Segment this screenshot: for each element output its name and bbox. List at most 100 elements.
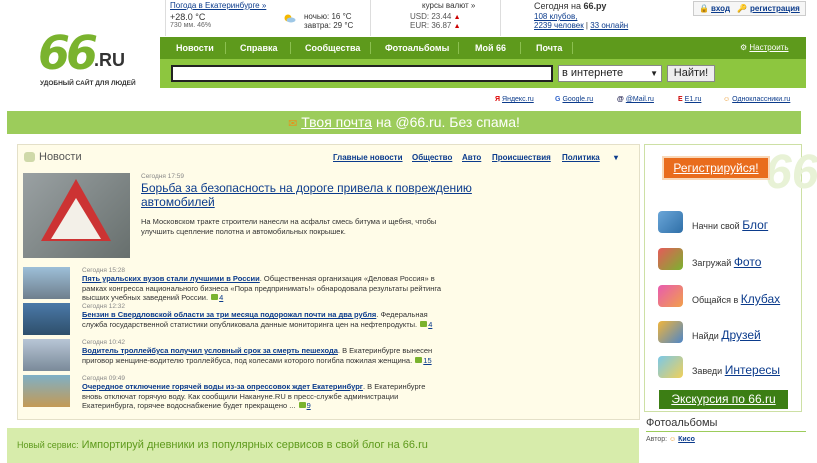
news-thumb[interactable] (23, 375, 70, 407)
feature-link[interactable]: Фото (734, 255, 762, 269)
feature-clubs[interactable]: Общайся в Клубах (658, 285, 798, 307)
night-temperature: ночью: 16 °C (304, 12, 352, 21)
engine-odnoklassniki[interactable]: ☺ Одноклассники.ru (723, 96, 790, 103)
news-cat-society[interactable]: Общество (412, 153, 452, 162)
news-text: Пять уральских вузов стали лучшими в Рос… (82, 274, 447, 303)
news-cat-main[interactable]: Главные новости (333, 153, 403, 162)
engine-label: Google.ru (562, 96, 594, 103)
nav-settings[interactable]: ⚙ Настроить сайт (740, 37, 806, 74)
news-thumb[interactable] (23, 303, 70, 335)
news-item: Сегодня 10:42 Водитель троллейбуса получ… (23, 339, 633, 373)
news-cat-politics[interactable]: Политика (562, 153, 600, 162)
friends-icon (658, 321, 683, 343)
service-text[interactable]: Импортируй дневники из популярных сервис… (82, 439, 428, 451)
service-label: Новый сервис: (17, 440, 79, 450)
comment-icon (415, 356, 423, 363)
news-headline[interactable]: Бензин в Свердловской области за три мес… (82, 310, 376, 319)
news-title: Новости (39, 151, 82, 163)
gear-icon: ⚙ (740, 43, 748, 52)
comment-count[interactable]: 9 (307, 401, 311, 410)
engine-label: @Mail.ru (625, 96, 654, 103)
nav-photoalbums[interactable]: Фотоальбомы (385, 37, 449, 59)
mail-icon: @ (617, 96, 624, 103)
register-icon: 🔑 (737, 4, 747, 13)
usd-value: USD: 23.44 (410, 12, 452, 21)
today-prefix: Сегодня на (534, 1, 581, 11)
search-button[interactable]: Найти! (667, 65, 715, 82)
nav-divider (572, 42, 573, 54)
search-bar: в интернете ▼ Найти! (160, 59, 806, 88)
nav-news[interactable]: Новости (176, 37, 214, 59)
login-box: 🔒 вход 🔑 регистрация (693, 1, 806, 16)
search-scope-select[interactable]: в интернете ▼ (558, 65, 662, 82)
site-logo[interactable]: 66 .RU УДОБНЫЙ САЙТ ДЛЯ ЛЮДЕЙ (38, 26, 138, 96)
news-thumb[interactable] (23, 339, 70, 371)
odnoklassniki-icon: ☺ (723, 96, 731, 103)
search-input[interactable] (171, 65, 553, 82)
comment-count[interactable]: 15 (423, 356, 431, 365)
main-news-text: На Московском тракте строители нанесли н… (141, 217, 437, 236)
author-link[interactable]: Кисо (678, 436, 695, 443)
nav-mail[interactable]: Почта (536, 37, 562, 59)
feature-pre: Заведи (692, 366, 723, 376)
engine-yandex[interactable]: Я Яндекс.ru (495, 96, 534, 103)
comment-count[interactable]: 4 (428, 320, 432, 329)
people-count-link[interactable]: 2239 человек (534, 21, 584, 30)
register-button[interactable]: Регистрируйся! (662, 156, 770, 180)
partly-cloudy-icon (284, 14, 296, 23)
feature-link[interactable]: Блог (742, 218, 768, 232)
feature-link[interactable]: Интересы (725, 363, 780, 377)
mail-banner: ✉ Твоя почта на @66.ru. Без спама! (7, 111, 801, 134)
feature-blog[interactable]: Начни свой Блог (658, 211, 798, 233)
news-thumb[interactable] (23, 267, 70, 299)
main-news-image[interactable] (23, 173, 130, 258)
nav-help[interactable]: Справка (240, 37, 277, 59)
news-item: Сегодня 09:49 Очередное отключение горяч… (23, 375, 633, 411)
nav-divider (520, 42, 521, 54)
feature-link[interactable]: Клубах (741, 292, 780, 306)
feature-link[interactable]: Друзей (721, 328, 760, 342)
e1-icon: E (678, 96, 683, 103)
news-headline[interactable]: Водитель троллейбуса получил условный ср… (82, 346, 338, 355)
news-headline[interactable]: Пять уральских вузов стали лучшими в Рос… (82, 274, 260, 283)
register-link[interactable]: регистрация (750, 4, 800, 13)
engine-e1[interactable]: E E1.ru (678, 96, 701, 103)
user-icon: ☺ (669, 436, 677, 443)
news-cat-incidents[interactable]: Происшествия (492, 153, 551, 162)
feature-interests[interactable]: Заведи Интересы (658, 356, 798, 378)
envelope-icon: ✉ (288, 118, 298, 130)
logo-domain: .RU (94, 50, 125, 70)
weather-link[interactable]: Погода в Екатеринбурге » (170, 1, 266, 10)
news-icon (24, 152, 35, 162)
feature-photo[interactable]: Загружай Фото (658, 248, 798, 270)
news-headline[interactable]: Очередное отключение горячей воды из-за … (82, 382, 363, 391)
feature-pre: Загружай (692, 258, 732, 268)
feature-pre: Найди (692, 331, 719, 341)
main-nav: Новости Справка Сообщества Фотоальбомы М… (160, 37, 806, 74)
main-news-headline[interactable]: Борьба за безопасность на дороге привела… (141, 181, 491, 209)
currency-link[interactable]: курсы валют » (422, 1, 475, 10)
news-item: Сегодня 12:32 Бензин в Свердловской обла… (23, 303, 633, 337)
comment-count[interactable]: 4 (219, 293, 223, 302)
feature-label: Заведи Интересы (692, 363, 780, 377)
engine-mail[interactable]: @ @Mail.ru (617, 96, 654, 103)
online-count-link[interactable]: 33 онлайн (590, 21, 628, 30)
news-text: Водитель троллейбуса получил условный ср… (82, 346, 447, 365)
feature-friends[interactable]: Найди Друзей (658, 321, 798, 343)
clubs-icon (658, 285, 683, 307)
login-link[interactable]: вход (711, 4, 730, 13)
nav-communities[interactable]: Сообщества (305, 37, 360, 59)
nav-my66[interactable]: Мой 66 (475, 37, 506, 59)
engine-label: Яндекс.ru (502, 96, 534, 103)
feature-pre: Общайся в (692, 295, 739, 305)
news-block: Новости Главные новости Общество Авто Пр… (17, 144, 640, 420)
clubs-count-link[interactable]: 108 клубов, (534, 12, 577, 21)
excursion-button[interactable]: Экскурсия по 66.ru (659, 390, 788, 409)
engine-google[interactable]: G Google.ru (555, 96, 593, 103)
chevron-down-icon[interactable]: ▾ (614, 153, 618, 162)
mail-banner-link[interactable]: Твоя почта (301, 114, 372, 130)
news-text: Очередное отключение горячей воды из-за … (82, 382, 447, 411)
news-cat-auto[interactable]: Авто (462, 153, 481, 162)
mail-banner-text: на @66.ru. Без спама! (375, 114, 520, 130)
current-temperature: +28.0 °C (170, 12, 206, 22)
